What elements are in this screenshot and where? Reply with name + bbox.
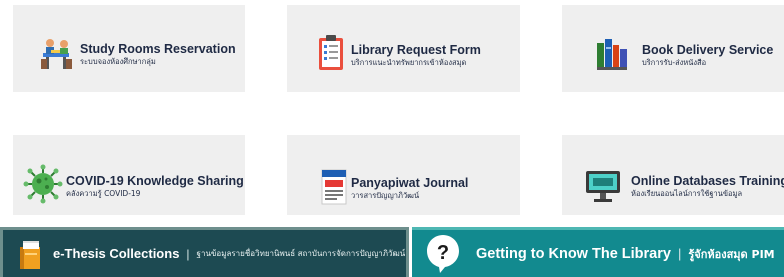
monitor-icon bbox=[586, 171, 620, 202]
e-thesis-banner[interactable]: e-Thesis Collections | ฐานข้อมูลรายชื่อว… bbox=[0, 227, 409, 277]
card-online-databases[interactable]: Online Databases Training ห้องเรียนออนไล… bbox=[562, 135, 784, 215]
library-intro-banner[interactable]: ? Getting to Know The Library | รู้จักห้… bbox=[412, 227, 784, 277]
library-intro-separator: | bbox=[677, 246, 682, 261]
card-subtitle: ห้องเรียนออนไลน์การใช้ฐานข้อมูล bbox=[631, 189, 743, 198]
e-thesis-subtitle: ฐานข้อมูลรายชื่อวิทยานิพนธ์ สถาบันการจัด… bbox=[196, 249, 406, 258]
card-library-request[interactable]: Library Request Form บริการแนะนำทรัพยากร… bbox=[287, 5, 520, 92]
card-panyapiwat-journal[interactable]: Panyapiwat Journal วารสารปัญญาภิวัฒน์ bbox=[287, 135, 520, 215]
request-form-icon bbox=[319, 35, 343, 70]
card-subtitle: ระบบจองห้องศึกษากลุ่ม bbox=[80, 57, 156, 66]
e-thesis-title: e-Thesis Collections bbox=[53, 246, 180, 261]
card-study-rooms[interactable]: Study Rooms Reservation ระบบจองห้องศึกษา… bbox=[13, 5, 245, 92]
card-title: COVID-19 Knowledge Sharing bbox=[66, 174, 244, 188]
card-subtitle: บริการแนะนำทรัพยากรเข้าห้องสมุด bbox=[351, 58, 467, 67]
question-icon: ? bbox=[427, 234, 459, 273]
library-intro-title: Getting to Know The Library bbox=[476, 245, 671, 262]
card-subtitle: คลังความรู้ COVID-19 bbox=[66, 189, 141, 198]
card-subtitle: บริการรับ-ส่งหนังสือ bbox=[642, 58, 707, 67]
journal-icon bbox=[321, 169, 347, 205]
e-thesis-separator: | bbox=[186, 246, 190, 261]
card-title: Online Databases Training bbox=[631, 174, 784, 188]
virus-icon bbox=[23, 164, 63, 204]
card-title: Study Rooms Reservation bbox=[80, 42, 236, 56]
card-title: Panyapiwat Journal bbox=[351, 176, 469, 190]
books-icon bbox=[597, 39, 627, 70]
study-room-icon bbox=[41, 39, 72, 69]
book-stack-icon bbox=[20, 240, 40, 269]
card-title: Library Request Form bbox=[351, 43, 481, 57]
card-covid-knowledge[interactable]: COVID-19 Knowledge Sharing คลังความรู้ C… bbox=[13, 135, 245, 215]
library-intro-subtitle: รู้จักห้องสมุด PIM bbox=[688, 247, 775, 261]
card-book-delivery[interactable]: Book Delivery Service บริการรับ-ส่งหนังส… bbox=[562, 5, 784, 92]
card-title: Book Delivery Service bbox=[642, 43, 774, 57]
svg-text:?: ? bbox=[437, 242, 449, 264]
card-subtitle: วารสารปัญญาภิวัฒน์ bbox=[351, 191, 420, 200]
